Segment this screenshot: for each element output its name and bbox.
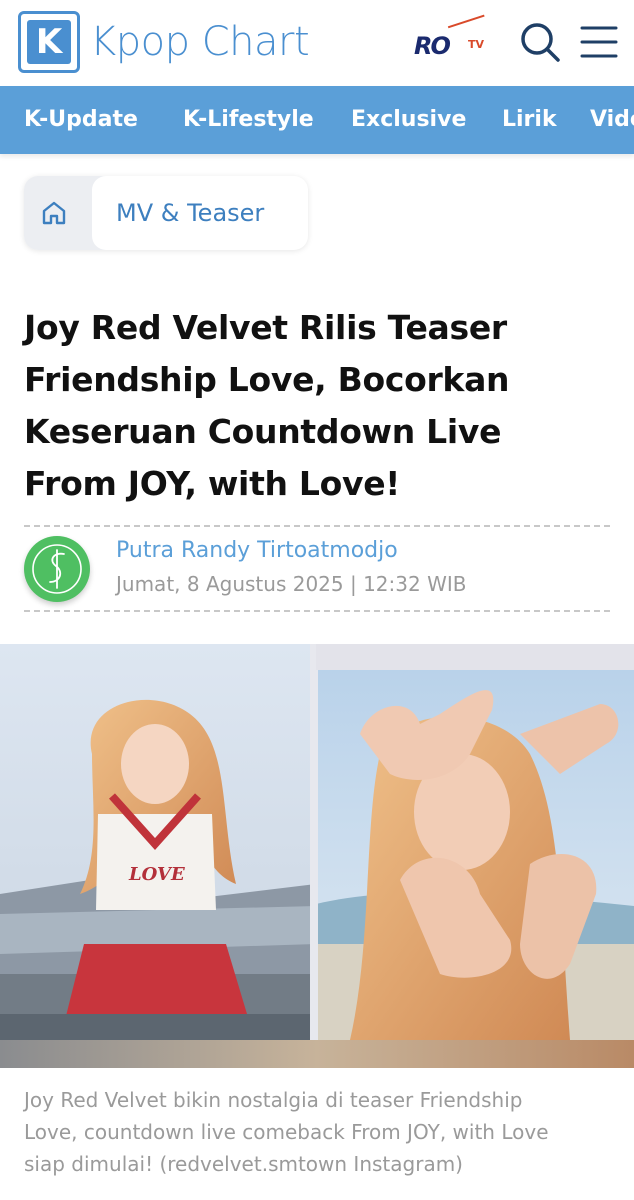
article-title: Joy Red Velvet Rilis Teaser Friendship L…: [24, 302, 614, 510]
site-logo[interactable]: K Kpop Chart: [18, 10, 310, 74]
caption-line: Love, countdown live comeback From JOY, …: [24, 1120, 549, 1144]
logo-mark: K: [18, 11, 80, 73]
image-caption: Joy Red Velvet bikin nostalgia di teaser…: [24, 1084, 610, 1180]
logo-text: Kpop Chart: [90, 19, 310, 65]
nav-item-k-lifestyle[interactable]: K-Lifestyle: [183, 86, 314, 154]
author-name-link[interactable]: Putra Randy Tirtoatmodjo: [116, 538, 398, 563]
breadcrumb-category[interactable]: MV & Teaser: [116, 176, 264, 250]
partner-logo[interactable]: RO TV: [414, 14, 491, 66]
article-hero-image[interactable]: LOVE: [0, 644, 634, 1068]
article-title-line: From JOY, with Love!: [24, 464, 401, 503]
nav-item-exclusive[interactable]: Exclusive: [351, 86, 466, 154]
partner-logo-ro: RO: [414, 32, 451, 60]
divider-top: [24, 525, 610, 527]
breadcrumb: MV & Teaser: [24, 176, 308, 250]
logo-letter: K: [27, 20, 71, 64]
category-nav: K-Update K-Lifestyle Exclusive Lirik Vid…: [0, 86, 634, 154]
publish-date: Jumat, 8 Agustus 2025 | 12:32 WIB: [116, 572, 467, 596]
site-header: K Kpop Chart RO TV: [0, 0, 634, 86]
article-title-line: Keseruan Countdown Live: [24, 412, 502, 451]
nav-item-lirik[interactable]: Lirik: [502, 86, 557, 154]
search-icon: [521, 23, 560, 62]
hamburger-menu-icon: [580, 26, 618, 58]
menu-button[interactable]: [578, 22, 620, 62]
caption-line: siap dimulai! (redvelvet.smtown Instagra…: [24, 1152, 463, 1176]
article-title-line: Joy Red Velvet Rilis Teaser: [24, 308, 507, 347]
partner-logo-tv: TV: [468, 38, 485, 51]
nav-item-k-update[interactable]: K-Update: [24, 86, 138, 154]
caption-line: Joy Red Velvet bikin nostalgia di teaser…: [24, 1088, 523, 1112]
home-icon: [42, 201, 66, 225]
search-button[interactable]: [518, 20, 562, 64]
shirt-print-text: LOVE: [128, 864, 185, 885]
author-avatar[interactable]: [24, 536, 90, 602]
divider-bottom: [24, 610, 610, 612]
nav-item-video[interactable]: Video: [590, 86, 634, 154]
author-monogram-icon: [32, 544, 82, 594]
article-title-line: Friendship Love, Bocorkan: [24, 360, 510, 399]
